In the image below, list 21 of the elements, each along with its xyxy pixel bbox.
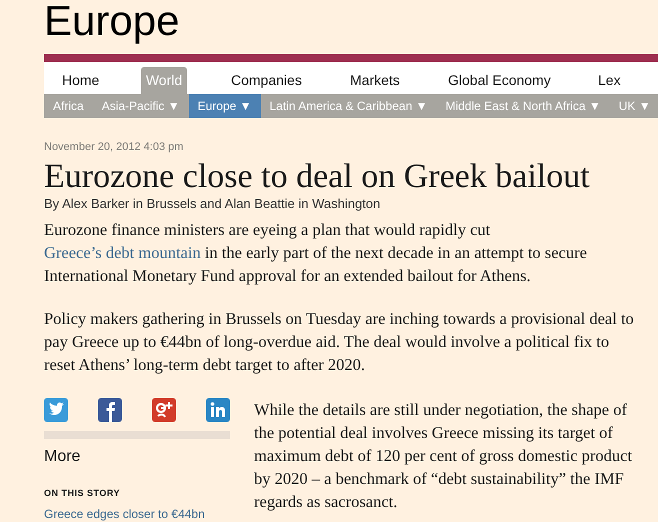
linkedin-icon[interactable] [206, 398, 230, 422]
article-paragraph: Eurozone finance ministers are eyeing a plan that would rapidly cut Greece’s debt mountain in the early part of the next decade in an attempt to secure International Monetary Fund approval for an extended bailout for Athens. [44, 219, 588, 287]
nav-tab[interactable]: Lex [587, 67, 629, 94]
article-link[interactable]: Greece’s debt mountain [44, 243, 201, 262]
nav-tab[interactable]: Companies [187, 67, 327, 94]
article-paragraph: Policy makers gathering in Brussels on Tuesday are inching towards a provisional deal to pay Greece up to €44bn of long-overdue aid. The deal would involve a political fix to reset Athens’ long-term debt target to after 2020. [44, 308, 634, 376]
article-date: November 20, 2012 4:03 pm [44, 140, 184, 154]
nav-tab[interactable]: Markets [327, 67, 437, 94]
byline: By Alex Barker in Brussels and Alan Beattie in Washington [44, 196, 380, 212]
story-link[interactable]: Greece edges closer to €44bn [44, 506, 205, 520]
facebook-icon[interactable] [98, 398, 122, 422]
nav-tab[interactable]: Home [44, 67, 141, 94]
sub-nav-tab[interactable]: Europe ▼ [188, 94, 260, 118]
section-title: Europe [44, 0, 180, 42]
more-link[interactable]: More [44, 447, 80, 467]
nav-tab[interactable]: Global Economy [437, 67, 587, 94]
section-heading: ON THIS STORY [44, 487, 120, 500]
google-plus-icon[interactable] [152, 398, 176, 422]
article-paragraph: While the details are still under negotiation, the shape of the potential deal involves Greece missing its target of maximum debt of 120 per cent of gross domestic product by 2020 – a benchmark of “debt sustainability” the IMF regards as sacrosanct. [254, 399, 634, 513]
headline: Eurozone close to deal on Greek bailout [44, 158, 590, 196]
twitter-bird-icon[interactable] [44, 398, 68, 422]
